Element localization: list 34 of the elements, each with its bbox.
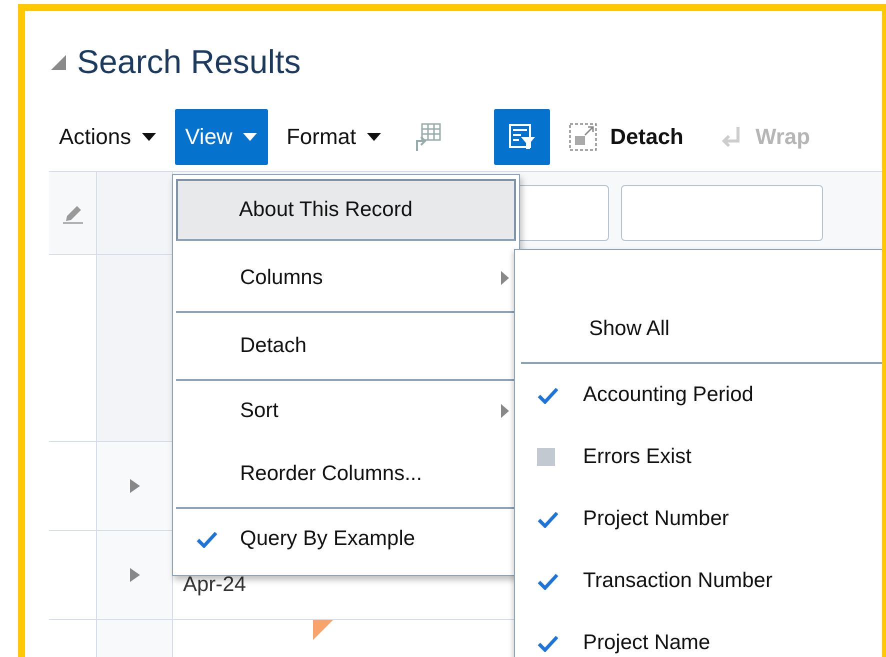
detach-icon	[568, 122, 598, 152]
menu-item[interactable]: Errors Exist	[515, 426, 882, 488]
menu-item[interactable]: Accounting Period	[515, 364, 882, 426]
panel-title: Search Results	[77, 43, 301, 81]
checkmark-icon	[537, 572, 559, 590]
submenu-arrow-icon	[500, 403, 510, 419]
filter-input-field[interactable]	[621, 185, 823, 241]
submenu-arrow-icon	[500, 270, 510, 286]
menu-item[interactable]: Sort	[176, 381, 516, 441]
caret-icon	[242, 132, 258, 142]
toolbar-menu-button[interactable]: Actions	[49, 109, 168, 165]
toolbar-menu-button[interactable]: Format	[276, 109, 392, 165]
expand-triangle-icon[interactable]	[128, 567, 140, 583]
caret-icon	[366, 132, 382, 142]
menu-item[interactable]: About This Record	[176, 179, 516, 241]
collapse-triangle-icon[interactable]	[49, 53, 67, 71]
menu-item[interactable]: Project Name	[515, 612, 882, 657]
toolbar-menu-button[interactable]: View	[175, 109, 268, 165]
square-icon	[537, 448, 555, 466]
menu-item[interactable]: Project Number	[515, 488, 882, 550]
filter-button[interactable]	[494, 109, 550, 165]
menu-item[interactable]: Query By Example	[176, 509, 516, 569]
flag-icon	[313, 620, 333, 640]
filter-icon	[507, 122, 538, 152]
menu-item[interactable]: Show All	[521, 296, 882, 364]
menu-item[interactable]: Transaction Number	[515, 550, 882, 612]
expand-triangle-icon[interactable]	[128, 478, 140, 494]
checkmark-icon	[537, 386, 559, 404]
caret-icon	[141, 132, 158, 142]
checkmark-icon	[537, 510, 559, 528]
detach-button[interactable]: Detach	[568, 109, 684, 165]
table-cell: Apr-24	[183, 573, 246, 597]
checkmark-icon	[537, 634, 559, 652]
checkmark-icon	[196, 530, 218, 548]
